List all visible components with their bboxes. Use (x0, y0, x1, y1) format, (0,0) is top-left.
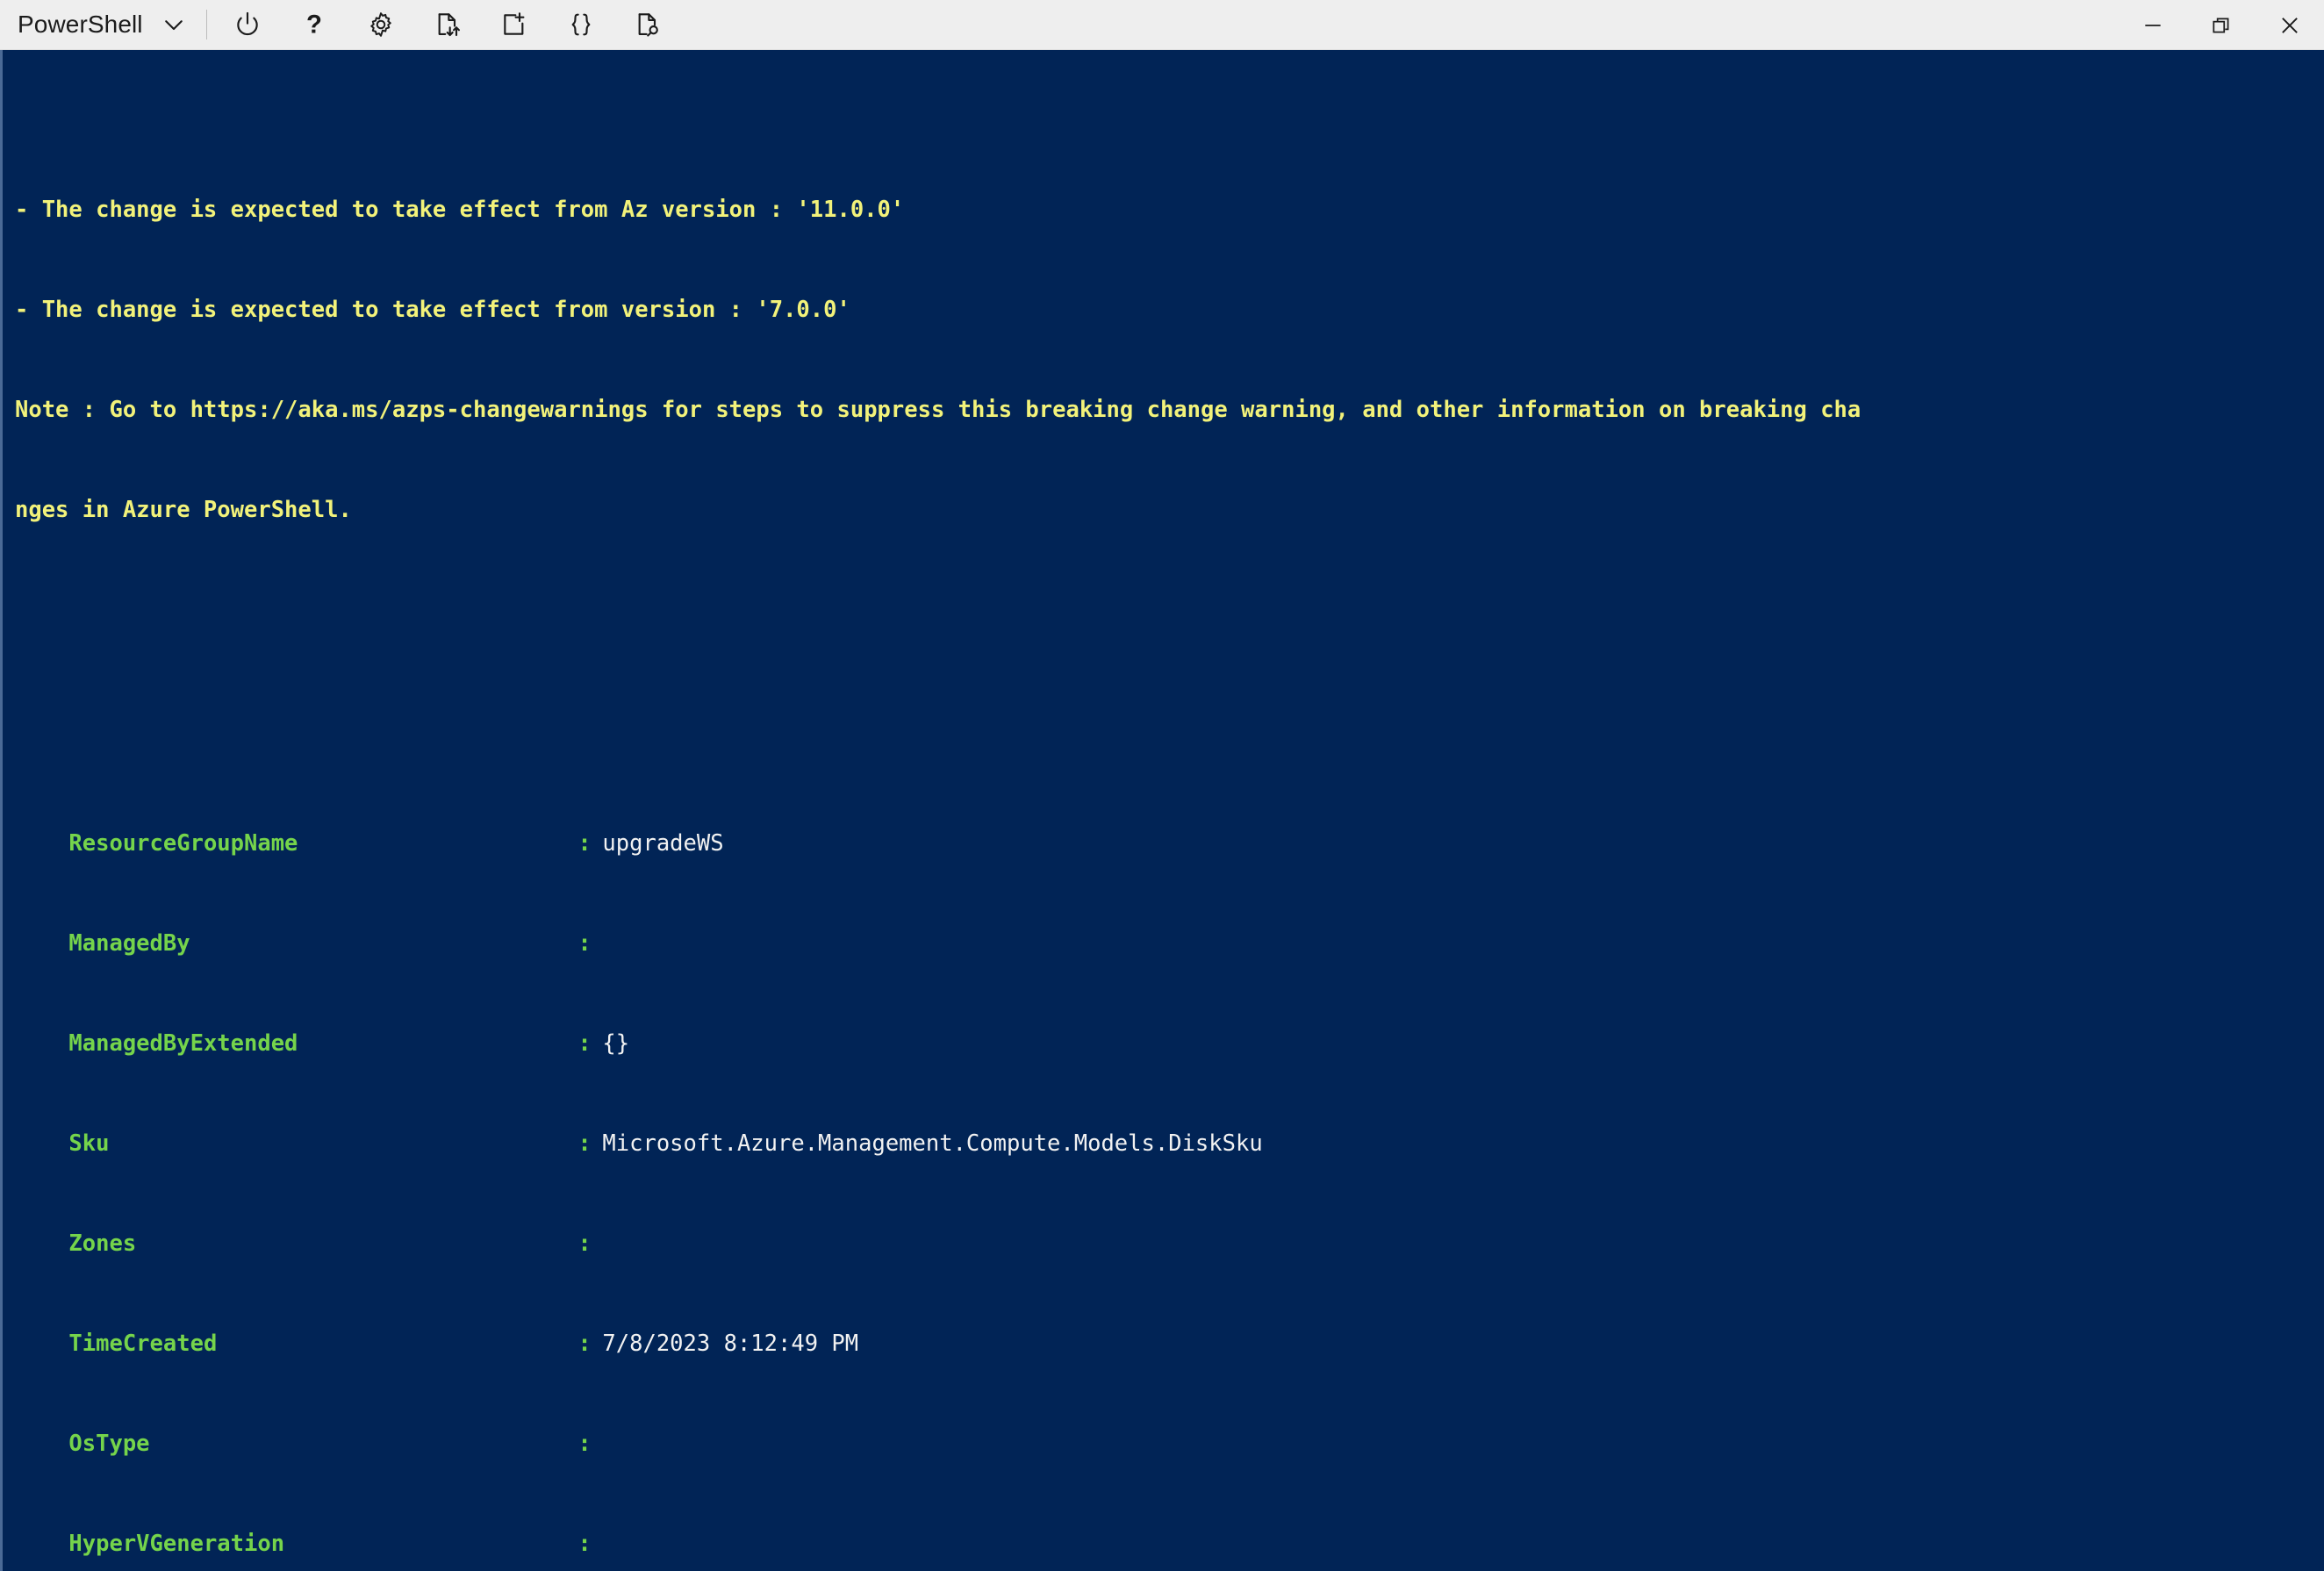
property-colon: : (577, 1230, 592, 1257)
file-search-icon[interactable] (623, 4, 672, 45)
power-icon[interactable] (223, 4, 272, 45)
warning-line: Note : Go to https://aka.ms/azps-changew… (15, 397, 1861, 423)
warning-line: - The change is expected to take effect … (15, 197, 905, 223)
code-braces-icon[interactable] (556, 4, 606, 45)
property-colon: : (577, 1331, 592, 1357)
property-value: upgradeWS (602, 830, 724, 857)
property-colon: : (577, 830, 592, 857)
property-colon: : (577, 930, 592, 957)
help-icon[interactable]: ? (290, 4, 339, 45)
property-key: Sku (68, 1130, 110, 1157)
property-key: ManagedByExtended (68, 1030, 298, 1057)
property-value: 7/8/2023 8:12:49 PM (602, 1331, 859, 1357)
new-file-icon[interactable] (490, 4, 539, 45)
svg-text:?: ? (306, 11, 322, 39)
property-key: OsType (68, 1431, 150, 1457)
property-key: ManagedBy (68, 930, 190, 957)
property-key: ResourceGroupName (68, 830, 298, 857)
minimize-button[interactable] (2119, 0, 2187, 50)
close-button[interactable] (2256, 0, 2324, 50)
window-controls (2119, 0, 2324, 49)
property-key: TimeCreated (68, 1331, 218, 1357)
terminal-output-area[interactable]: - The change is expected to take effect … (0, 50, 2324, 1571)
file-transfer-icon[interactable] (423, 4, 472, 45)
restore-icon (2213, 18, 2229, 32)
property-value: {} (602, 1030, 630, 1057)
title-bar: PowerShell ? (0, 0, 2324, 50)
property-colon: : (577, 1130, 592, 1157)
warning-line: nges in Azure PowerShell. (15, 497, 352, 523)
property-row: OsType: (15, 1394, 2324, 1457)
gear-icon[interactable] (356, 4, 405, 45)
toolbar-icon-group: ? (223, 0, 690, 49)
property-value: Microsoft.Azure.Management.Compute.Model… (602, 1130, 1263, 1157)
close-icon (2282, 17, 2298, 33)
property-row: ResourceGroupName: upgradeWS (15, 793, 2324, 857)
property-key: HyperVGeneration (68, 1531, 285, 1557)
property-colon: : (577, 1030, 592, 1057)
property-row: Zones: (15, 1194, 2324, 1257)
property-key: Zones (68, 1230, 137, 1257)
chevron-down-icon[interactable] (154, 4, 194, 45)
property-row: TimeCreated:7/8/2023 8:12:49 PM (15, 1294, 2324, 1357)
property-colon: : (577, 1531, 592, 1557)
property-row: ManagedByExtended: {} (15, 994, 2324, 1057)
property-row: Sku: Microsoft.Azure.Management.Compute.M… (15, 1094, 2324, 1157)
property-row: HyperVGeneration: (15, 1494, 2324, 1557)
property-colon: : (577, 1431, 592, 1457)
titlebar-left-group: PowerShell ? (0, 0, 690, 49)
restore-button[interactable] (2187, 0, 2256, 50)
app-title: PowerShell (18, 11, 143, 38)
toolbar-divider (205, 10, 207, 39)
minimize-icon (2145, 24, 2161, 26)
property-row: ManagedBy: (15, 893, 2324, 957)
warning-line: - The change is expected to take effect … (15, 297, 850, 323)
